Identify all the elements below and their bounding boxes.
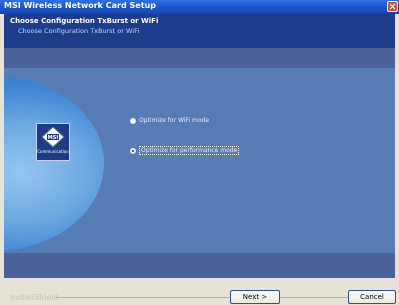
header-subtitle: Choose Configuration TxBurst or WiFi: [18, 27, 140, 35]
setup-window: MSI Wireless Network Card Setup Choose C…: [0, 0, 399, 305]
installshield-brand: InstallShield: [10, 293, 59, 302]
wizard-footer: InstallShield Next > Cancel: [0, 278, 399, 305]
radio-performance-mode[interactable]: [130, 147, 136, 154]
wizard-header: Choose Configuration TxBurst or WiFi Cho…: [4, 14, 395, 48]
wizard-body: MSI Communication Optimize for WiFi mode…: [4, 48, 395, 278]
option-performance-mode[interactable]: Optimize for performance mode: [130, 140, 240, 159]
next-button[interactable]: Next >: [230, 290, 280, 304]
title-bar: MSI Wireless Network Card Setup: [0, 0, 399, 14]
msi-emblem-icon: MSI: [41, 126, 65, 148]
window-title: MSI Wireless Network Card Setup: [4, 1, 156, 10]
header-title: Choose Configuration TxBurst or WiFi: [10, 17, 159, 25]
msi-logo: MSI Communication: [36, 123, 70, 161]
option-wifi-label: Optimize for WiFi mode: [139, 117, 210, 124]
option-wifi-mode[interactable]: Optimize for WiFi mode: [130, 110, 209, 129]
logo-caption: Communication: [37, 149, 69, 154]
footer-divider: [56, 297, 356, 298]
close-icon[interactable]: [387, 1, 398, 12]
radio-wifi-mode[interactable]: [130, 117, 136, 124]
svg-text:MSI: MSI: [48, 135, 59, 141]
option-performance-label: Optimize for performance mode: [139, 146, 240, 155]
cancel-button[interactable]: Cancel: [348, 290, 396, 304]
